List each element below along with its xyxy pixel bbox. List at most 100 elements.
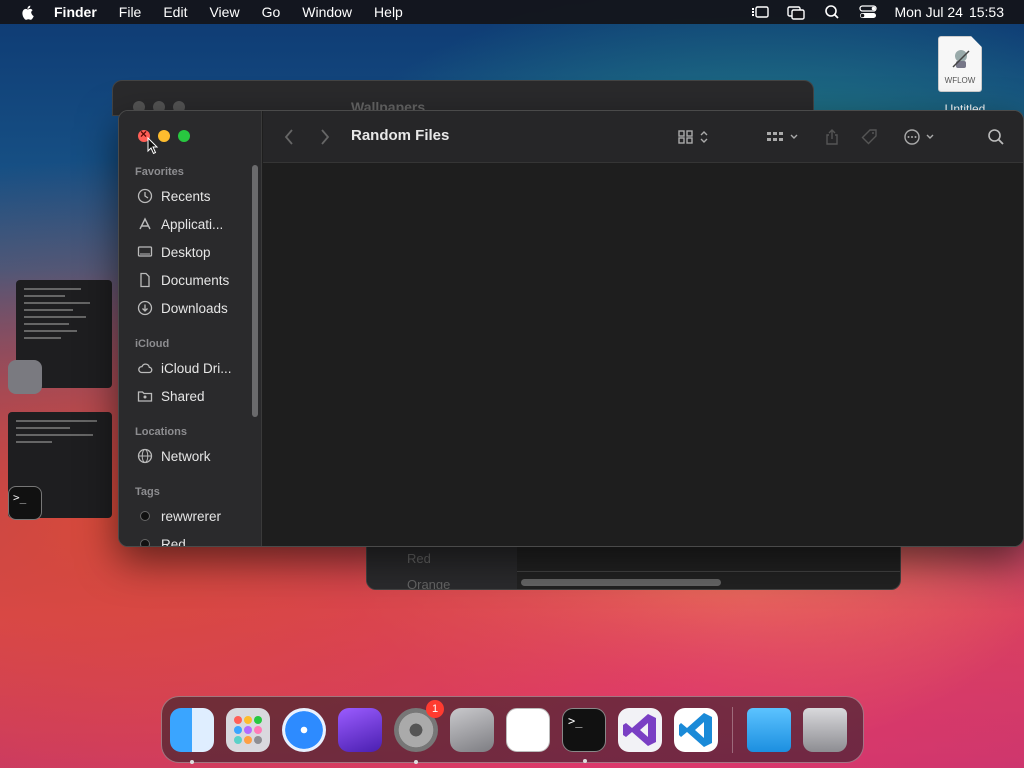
menu-help[interactable]: Help — [374, 4, 403, 20]
tag-color-dot — [140, 539, 150, 546]
sidebar-scrollbar[interactable] — [252, 165, 258, 417]
finder-window[interactable]: Favorites Recents Applicati... Desktop D… — [118, 110, 1024, 547]
running-indicator — [190, 759, 194, 764]
dock-trash[interactable] — [803, 707, 847, 752]
dock-vscode[interactable] — [674, 707, 718, 752]
sidebar-item-label: Documents — [161, 272, 230, 288]
menu-file[interactable]: File — [119, 4, 142, 20]
menu-view[interactable]: View — [209, 4, 239, 20]
file-list-area[interactable] — [263, 164, 1023, 546]
notification-badge: 1 — [426, 699, 444, 718]
globe-icon — [137, 448, 153, 464]
control-center-icon[interactable] — [858, 4, 878, 20]
sidebar-item-label: Red — [161, 536, 186, 547]
sidebar-section-tags: Tags — [135, 486, 160, 498]
up-down-chevron-icon — [700, 131, 708, 143]
sidebar-item-tag-red[interactable]: Red — [137, 533, 249, 547]
sidebar-item-tag-rewwrerer[interactable]: rewwrerer — [137, 505, 249, 527]
screen-mirroring-icon[interactable] — [786, 4, 806, 20]
sidebar-item-applications[interactable]: Applicati... — [137, 213, 249, 235]
menu-clock[interactable]: Mon Jul 24 15:53 — [894, 4, 1004, 20]
dock-shortcuts[interactable] — [338, 707, 382, 752]
launchpad-icon — [234, 715, 262, 744]
back-button[interactable] — [283, 126, 295, 148]
chevron-down-icon — [790, 134, 798, 139]
system-settings-app-icon[interactable] — [8, 360, 42, 394]
group-grid-icon — [767, 132, 783, 141]
sidebar-item-network[interactable]: Network — [137, 445, 249, 467]
stage-manager-icon[interactable] — [750, 4, 770, 20]
sidebar-item-label: Desktop — [161, 244, 211, 260]
clock-date: Mon Jul 24 — [894, 4, 963, 20]
sidebar-section-favorites: Favorites — [135, 166, 184, 178]
apple-menu-icon[interactable] — [20, 4, 36, 20]
sidebar-item-icloud-drive[interactable]: iCloud Dri... — [137, 357, 249, 379]
dock-automator[interactable] — [450, 707, 494, 752]
applications-icon — [139, 217, 151, 230]
sidebar-item-label: Downloads — [161, 300, 228, 316]
menu-edit[interactable]: Edit — [163, 4, 187, 20]
dock-finder[interactable] — [170, 707, 214, 764]
maximize-button[interactable] — [178, 130, 190, 142]
download-icon — [137, 300, 153, 316]
menu-window[interactable]: Window — [302, 4, 352, 20]
dock-visual-studio[interactable] — [618, 707, 662, 752]
share-button[interactable] — [823, 126, 841, 148]
running-indicator — [583, 758, 587, 763]
thumbnail-content — [16, 420, 106, 448]
clock-icon — [137, 188, 153, 204]
sidebar-item-recents[interactable]: Recents — [137, 185, 249, 207]
document-icon: WFLOW — [938, 36, 982, 92]
file-extension-label: WFLOW — [944, 76, 976, 85]
menu-go[interactable]: Go — [262, 4, 281, 20]
desktop-icon — [137, 246, 153, 257]
dock: 1 >_ — [161, 696, 864, 764]
sidebar-item-downloads[interactable]: Downloads — [137, 297, 249, 319]
background-window-bottom[interactable]: Red Orange — [366, 546, 901, 590]
running-indicator — [414, 759, 418, 764]
view-mode-button[interactable] — [677, 126, 709, 148]
tag-icon — [861, 129, 877, 145]
desktop-file-caption: Untitled — [944, 102, 986, 110]
dock-launchpad[interactable] — [226, 707, 270, 752]
document-icon — [140, 272, 150, 288]
share-icon — [826, 129, 838, 145]
sidebar-item-shared[interactable]: Shared — [137, 385, 249, 407]
automator-robot-icon — [952, 50, 970, 68]
sidebar-item-label: iCloud Dri... — [161, 360, 232, 376]
more-actions-button[interactable] — [903, 126, 935, 148]
dock-terminal[interactable]: >_ — [562, 707, 606, 763]
group-button[interactable] — [765, 126, 799, 148]
window-controls — [138, 127, 190, 142]
dock-system-preferences[interactable]: 1 — [394, 699, 444, 764]
spotlight-icon[interactable] — [822, 4, 842, 20]
background-tag-red: Red — [407, 551, 431, 566]
sidebar-item-desktop[interactable]: Desktop — [137, 241, 249, 263]
sidebar-item-label: Network — [161, 448, 211, 464]
desktop-workflow-file[interactable]: WFLOW — [934, 36, 986, 100]
terminal-app-icon[interactable]: >_ — [8, 486, 42, 520]
mouse-cursor-icon — [147, 137, 159, 155]
dock-separator — [732, 706, 733, 753]
background-horizontal-scrollbar[interactable] — [521, 579, 721, 586]
tag-button[interactable] — [861, 126, 879, 148]
dock-folder[interactable] — [747, 707, 791, 752]
shared-folder-icon — [137, 391, 153, 402]
visual-studio-icon — [623, 713, 656, 746]
dock-safari[interactable] — [282, 707, 326, 752]
menu-bar: Finder File Edit View Go Window Help Mon… — [0, 0, 1024, 24]
minimize-button[interactable] — [158, 130, 170, 142]
background-tag-orange: Orange — [407, 577, 451, 590]
thumbnail-content — [24, 288, 106, 344]
icon-grid-icon — [678, 130, 693, 144]
forward-button[interactable] — [319, 126, 331, 148]
dock-textedit[interactable] — [506, 707, 550, 752]
terminal-prompt-label: >_ — [568, 713, 583, 728]
ellipsis-circle-icon — [904, 129, 920, 145]
sidebar-section-locations: Locations — [135, 426, 187, 438]
menu-finder[interactable]: Finder — [54, 4, 97, 20]
finder-sidebar: Favorites Recents Applicati... Desktop D… — [119, 111, 262, 547]
cloud-icon — [138, 363, 153, 374]
search-button[interactable] — [987, 126, 1005, 148]
sidebar-item-documents[interactable]: Documents — [137, 269, 249, 291]
